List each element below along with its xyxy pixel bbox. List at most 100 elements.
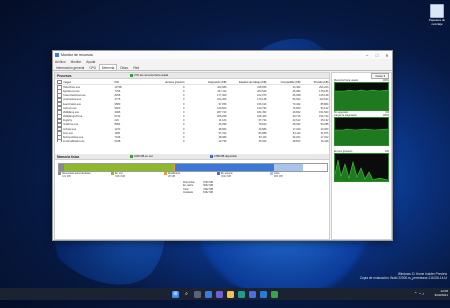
legend-swatch	[270, 172, 273, 175]
table-row[interactable]: TextInputHost.exe 7436 0 28,380 54,116 36,204…	[55, 135, 329, 140]
cell-shareable: 29,716	[292, 115, 301, 119]
store-icon[interactable]	[249, 290, 256, 298]
table-row[interactable]: MsMpEng.exe 3496 0 287,720 181,352 29,832 151,…	[55, 110, 329, 115]
col-shareable[interactable]: Compartible (KB)	[267, 81, 301, 84]
memory-legend: Reservado para hardware 161 MB En uso 3364 …	[58, 172, 326, 178]
clock[interactable]: 12:06 9/10/2021	[435, 289, 448, 297]
stat-value: 8192 MB	[203, 191, 214, 195]
physical-memory-section-header[interactable]: Memoria física 3200 MB en uso 4788 MB di…	[55, 154, 329, 160]
start-icon[interactable]: ⊞	[172, 290, 179, 298]
table-row[interactable]: Registry 224 0 11,164 67,744 42,612 25,132	[55, 118, 329, 124]
legend-value: 866 MB	[274, 175, 283, 178]
cell-hard-faults: 0	[183, 102, 185, 106]
table-row[interactable]: PowerUserHost.exe 8296 0 177,300 212,076 66,9…	[55, 93, 329, 98]
table-row[interactable]: smartreview.exe 4776 0 154,400 170,148 56,524…	[55, 97, 329, 103]
commit-charge-graph	[334, 117, 389, 146]
cell-private: 31,876	[320, 131, 329, 135]
cell-pid: 4776	[114, 98, 121, 102]
cell-image: dwm.exe	[62, 131, 73, 135]
table-row[interactable]: OneDrive.exe 8964 0 46,996 78,620 28,332 50,28…	[55, 122, 329, 128]
col-pid[interactable]: PID	[115, 81, 139, 84]
tab-memory[interactable]: Memoria	[98, 64, 118, 70]
tab-overview[interactable]: Información general	[54, 65, 86, 70]
cell-pid: 3496	[114, 110, 121, 114]
evaluation-watermark: Windows 11 Home Insider Preview Copia de…	[360, 272, 447, 280]
cell-commit: 205,268	[217, 115, 227, 119]
col-private[interactable]: Privado (KB)	[301, 81, 329, 84]
legend-swatch	[111, 172, 114, 175]
menu-ayuda[interactable]: Ayuda	[86, 60, 95, 64]
cell-image: AppServer.exe	[62, 89, 80, 93]
legend-item-in-use: En uso 3364 MB	[111, 172, 164, 178]
cell-pid: 7436	[114, 136, 121, 140]
table-row[interactable]: PMsvchost.exe 16708 0 423,680 318,656 24,452 2…	[55, 85, 329, 90]
taskbar: ⊞ ⌕ ⌃ ◔ ♪ 12:06 9/10/2021	[0, 288, 450, 300]
memory-used-text: 37% de memoria física usada	[134, 74, 169, 77]
processes-section-header[interactable]: Procesos 37% de memoria física usada	[55, 73, 329, 79]
cell-shareable: 53,112	[292, 131, 301, 135]
col-commit[interactable]: Asignación (KB)	[185, 81, 227, 84]
graph-plot	[335, 128, 388, 145]
tab-network[interactable]: Red	[131, 65, 141, 70]
minimize-button[interactable]: –	[362, 51, 372, 59]
memory-used-badge: 37% de memoria física usada	[130, 74, 168, 77]
cell-working-set: 40,584	[258, 127, 267, 131]
memory-bar-standby	[175, 164, 275, 171]
select-all-checkbox[interactable]	[57, 80, 62, 85]
watermark-line2: Copia de evaluación. Build 22000.rs_prer…	[359, 276, 447, 280]
resmon-icon[interactable]	[271, 290, 278, 298]
cell-working-set: 130,732	[257, 106, 267, 110]
table-row[interactable]: explorer.exe 5020 0 129,504 130,732 76,600 54,…	[55, 105, 329, 111]
edge-icon[interactable]	[238, 290, 245, 298]
maximize-button[interactable]: □	[372, 51, 382, 59]
clock-date: 9/10/2021	[434, 293, 448, 297]
title-bar[interactable]: Monitor de recursos – □ ✕	[53, 51, 392, 59]
cell-pid: 8296	[114, 94, 121, 98]
table-row[interactable]: SearchHost.exe 9580 0 97,056 156,316 70,432 85…	[55, 101, 329, 107]
table-row[interactable]: RuntimeBroker.exe 6448 0 22,736 45,320 28,872…	[55, 139, 329, 142]
cell-working-set: 212,076	[257, 94, 267, 98]
taskview-icon[interactable]	[194, 290, 201, 298]
physical-memory-graph	[334, 82, 389, 111]
cell-commit: 28,380	[218, 136, 227, 140]
cell-commit: 38,664	[218, 127, 227, 131]
table-row[interactable]: AppServer.exe 7756 0 247,112 203,540 25,384 17…	[55, 89, 329, 94]
cell-working-set: 84,988	[258, 131, 267, 135]
cell-shareable: 66,948	[292, 94, 301, 98]
cell-hard-faults: 0	[183, 94, 185, 98]
memory-available-text: 4788 MB disponible	[214, 155, 237, 158]
menu-archivo[interactable]: Archivo	[55, 60, 66, 64]
legend-value: 161 MB	[62, 175, 71, 178]
col-hard-faults[interactable]: Errores graves/s	[139, 81, 184, 84]
table-row[interactable]: MsMpEngCP.exe 6732 0 205,268 186,460 29,716 15…	[55, 114, 329, 119]
recycle-bin-label: Papelera de reciclaje	[428, 18, 446, 26]
col-working-set[interactable]: Espacio de trabajo (KB)	[227, 81, 266, 84]
cell-pid: 224	[114, 119, 119, 123]
close-button[interactable]: ✕	[382, 51, 392, 59]
row-checkbox[interactable]	[57, 139, 62, 142]
col-image[interactable]: Imagen	[63, 81, 115, 84]
cell-working-set: 181,352	[257, 110, 267, 114]
cell-pid: 9580	[114, 102, 121, 106]
network-icon[interactable]: ⌃ ◔ ♪	[414, 291, 424, 296]
cell-shareable: 24,452	[292, 85, 301, 89]
cell-shareable: 29,832	[292, 110, 301, 114]
table-row[interactable]: dwm.exe 1180 0 57,312 84,988 53,112 31,876	[55, 131, 329, 136]
tab-disk[interactable]: Disco	[118, 65, 130, 70]
legend-text: Reservado para hardware 161 MB	[62, 172, 91, 178]
widgets-icon[interactable]	[205, 290, 212, 298]
mail-icon[interactable]	[260, 290, 267, 298]
recycle-bin-shortcut[interactable]: Papelera de reciclaje	[424, 4, 450, 26]
chat-icon[interactable]	[216, 290, 223, 298]
cell-working-set: 78,620	[258, 123, 267, 127]
table-row[interactable]: svchost.exe 1372 0 38,664 40,584 17,220 23,364	[55, 126, 329, 132]
search-icon[interactable]: ⌕	[183, 291, 190, 298]
cell-hard-faults: 0	[183, 136, 185, 140]
explorer-icon[interactable]	[227, 290, 234, 298]
cell-shareable: 28,332	[292, 123, 301, 127]
tab-cpu[interactable]: CPU	[87, 65, 98, 70]
cell-hard-faults: 0	[183, 131, 185, 135]
menu-monitor[interactable]: Monitor	[71, 60, 82, 64]
cell-image: RuntimeBroker.exe	[62, 140, 85, 142]
cell-pid: 16708	[114, 85, 122, 89]
